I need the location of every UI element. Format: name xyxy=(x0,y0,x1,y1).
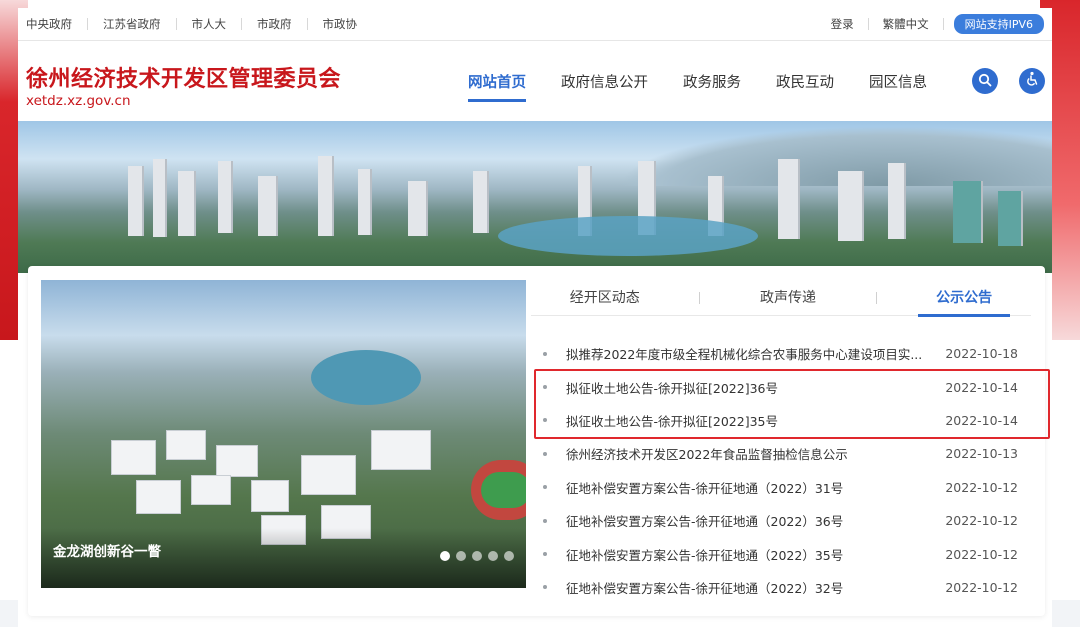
notice-title[interactable]: 征地补偿安置方案公告-徐开征地通（2022）35号 xyxy=(566,545,938,564)
list-item[interactable]: 征地补偿安置方案公告-徐开征地通（2022）36号 2022-10-12 xyxy=(543,504,1033,537)
notice-title[interactable]: 徐州经济技术开发区2022年食品监督抽检信息公示 xyxy=(566,444,938,463)
notice-date: 2022-10-12 xyxy=(945,513,1018,529)
carousel-dot[interactable] xyxy=(440,551,450,561)
notice-date: 2022-10-18 xyxy=(945,346,1018,362)
list-item[interactable]: 征地补偿安置方案公告-徐开征地通（2022）35号 2022-10-12 xyxy=(543,537,1033,570)
tab-gov-voice[interactable]: 政声传递 xyxy=(742,280,834,316)
gov-link-central[interactable]: 中央政府 xyxy=(26,18,88,30)
notice-title[interactable]: 征地补偿安置方案公告-徐开征地通（2022）36号 xyxy=(566,511,938,530)
notice-title[interactable]: 拟征收土地公告-徐开拟征[2022]35号 xyxy=(566,411,938,430)
gov-link-npc[interactable]: 市人大 xyxy=(177,18,242,30)
notice-list: 拟推荐2022年度市级全程机械化综合农事服务中心建设项目实... 2022-10… xyxy=(543,337,1033,604)
nav-park-info[interactable]: 园区信息 xyxy=(869,71,927,102)
carousel-dot[interactable] xyxy=(488,551,498,561)
notice-date: 2022-10-14 xyxy=(945,412,1018,428)
tab-divider xyxy=(699,291,701,304)
notice-date: 2022-10-12 xyxy=(945,546,1018,562)
bullet-icon xyxy=(543,518,547,523)
notice-date: 2022-10-13 xyxy=(945,446,1018,462)
news-card: 金龙湖创新谷一瞥 经开区动态 政声传递 公示公告 拟推荐2022年度市级全程机械… xyxy=(28,266,1050,616)
bullet-icon xyxy=(543,385,547,390)
carousel-dot[interactable] xyxy=(472,551,482,561)
nav-government-services[interactable]: 政务服务 xyxy=(683,71,741,102)
notice-title[interactable]: 拟征收土地公告-徐开拟征[2022]36号 xyxy=(566,378,938,397)
carousel-dot[interactable] xyxy=(504,551,514,561)
page-container: 中央政府 江苏省政府 市人大 市政府 市政协 登录 繁體中文 网站支持IPV6 … xyxy=(18,8,1052,627)
traditional-chinese-link[interactable]: 繁體中文 xyxy=(869,18,944,30)
gov-links: 中央政府 江苏省政府 市人大 市政府 市政协 xyxy=(26,18,372,30)
login-link[interactable]: 登录 xyxy=(817,18,869,30)
accessibility-icon xyxy=(1024,71,1040,91)
bullet-icon xyxy=(543,418,547,423)
list-item[interactable]: 拟推荐2022年度市级全程机械化综合农事服务中心建设项目实... 2022-10… xyxy=(543,337,1033,370)
list-item[interactable]: 拟征收土地公告-徐开拟征[2022]35号 2022-10-14 xyxy=(543,404,1033,437)
bullet-icon xyxy=(543,585,547,590)
nav-public-interaction[interactable]: 政民互动 xyxy=(776,71,834,102)
list-item[interactable]: 徐州经济技术开发区2022年食品监督抽检信息公示 2022-10-13 xyxy=(543,437,1033,470)
carousel-dots xyxy=(440,551,514,561)
bullet-icon xyxy=(543,552,547,557)
gov-link-jiangsu[interactable]: 江苏省政府 xyxy=(88,18,177,30)
nav-home[interactable]: 网站首页 xyxy=(468,71,526,102)
list-item[interactable]: 征地补偿安置方案公告-徐开征地通（2022）32号 2022-10-12 xyxy=(543,571,1033,604)
bullet-icon xyxy=(543,351,547,356)
list-item[interactable]: 拟征收土地公告-徐开拟征[2022]36号 2022-10-14 xyxy=(543,370,1033,403)
carousel-dot[interactable] xyxy=(456,551,466,561)
notice-date: 2022-10-14 xyxy=(945,379,1018,395)
featured-photo[interactable]: 金龙湖创新谷一瞥 xyxy=(41,280,526,588)
site-title[interactable]: 徐州经济技术开发区管理委员会 xyxy=(26,61,341,93)
notice-date: 2022-10-12 xyxy=(945,479,1018,495)
top-utility-bar: 中央政府 江苏省政府 市人大 市政府 市政协 登录 繁體中文 网站支持IPV6 xyxy=(18,8,1052,41)
city-banner-image xyxy=(18,121,1052,273)
main-nav: 网站首页 政府信息公开 政务服务 政民互动 园区信息 xyxy=(468,71,962,102)
photo-caption[interactable]: 金龙湖创新谷一瞥 xyxy=(53,540,161,560)
list-item[interactable]: 征地补偿安置方案公告-徐开征地通（2022）31号 2022-10-12 xyxy=(543,471,1033,504)
tab-zone-news[interactable]: 经开区动态 xyxy=(552,280,658,316)
news-tabs: 经开区动态 政声传递 公示公告 xyxy=(531,280,1031,317)
gov-link-cppcc[interactable]: 市政协 xyxy=(308,18,373,30)
ipv6-badge[interactable]: 网站支持IPV6 xyxy=(953,14,1044,34)
tab-announcements[interactable]: 公示公告 xyxy=(918,280,1011,317)
topbar-right: 登录 繁體中文 网站支持IPV6 xyxy=(817,14,1044,34)
gov-link-city[interactable]: 市政府 xyxy=(242,18,308,30)
tab-divider xyxy=(875,291,877,304)
site-header: 徐州经济技术开发区管理委员会 xetdz.xz.gov.cn 网站首页 政府信息… xyxy=(18,41,1052,121)
bullet-icon xyxy=(543,485,547,490)
notice-title[interactable]: 拟推荐2022年度市级全程机械化综合农事服务中心建设项目实... xyxy=(566,344,938,363)
bullet-icon xyxy=(543,451,547,456)
notice-title[interactable]: 征地补偿安置方案公告-徐开征地通（2022）31号 xyxy=(566,478,938,497)
notice-title[interactable]: 征地补偿安置方案公告-徐开征地通（2022）32号 xyxy=(566,578,938,597)
search-icon xyxy=(978,72,992,91)
search-button[interactable] xyxy=(972,68,998,94)
site-domain: xetdz.xz.gov.cn xyxy=(26,93,131,109)
accessibility-button[interactable] xyxy=(1019,68,1045,94)
nav-info-disclosure[interactable]: 政府信息公开 xyxy=(561,71,648,102)
notice-date: 2022-10-12 xyxy=(945,579,1018,595)
